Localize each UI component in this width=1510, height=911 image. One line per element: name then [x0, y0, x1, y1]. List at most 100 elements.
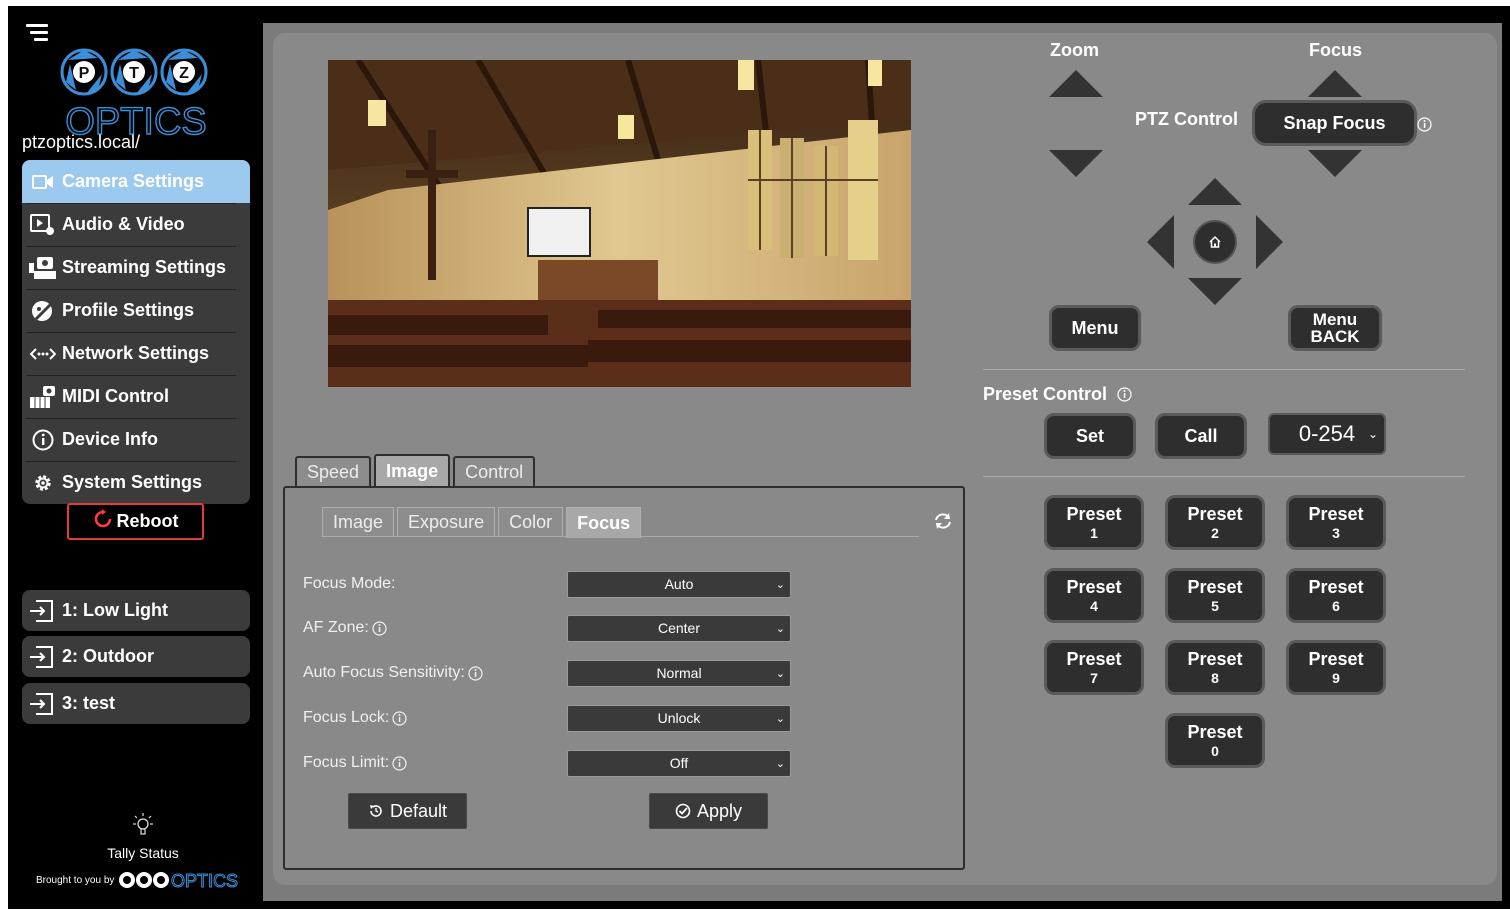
- preset-9-button[interactable]: Preset 9: [1286, 640, 1386, 695]
- af-sensitivity-select[interactable]: Normal ⌄: [567, 659, 791, 687]
- default-button[interactable]: Default: [348, 793, 467, 829]
- preset-6-button[interactable]: Preset 6: [1286, 568, 1386, 623]
- af-zone-label-text: AF Zone:: [303, 619, 369, 636]
- sidebar-item-camera-settings[interactable]: Camera Settings: [22, 160, 250, 203]
- tab-image[interactable]: Image: [374, 454, 451, 486]
- sidebar-item-label: Profile Settings: [62, 300, 195, 320]
- sidebar-item-device-info[interactable]: Device Info: [22, 418, 250, 461]
- af-sensitivity-label: Auto Focus Sensitivity:: [303, 664, 483, 682]
- preset-number: 0: [1211, 743, 1219, 759]
- preset-2-button[interactable]: Preset 2: [1165, 495, 1265, 550]
- subtab-focus[interactable]: Focus: [566, 507, 642, 538]
- info-icon[interactable]: [468, 665, 483, 681]
- preset-number: 5: [1211, 598, 1219, 614]
- subtab-exposure[interactable]: Exposure: [397, 507, 496, 536]
- sidebar-item-system-settings[interactable]: System Settings: [22, 461, 250, 504]
- preset-3-button[interactable]: Preset 3: [1286, 495, 1386, 550]
- profile-button-1[interactable]: 1: Low Light: [22, 590, 250, 631]
- sidebar-item-network-settings[interactable]: Network Settings: [22, 332, 250, 375]
- preset-number-select[interactable]: 0-254 ⌄: [1268, 413, 1386, 455]
- preset-number: 6: [1332, 598, 1340, 614]
- menu-label: Menu: [1071, 318, 1119, 338]
- apply-button[interactable]: Apply: [649, 793, 768, 829]
- network-icon: [28, 342, 58, 366]
- tab-speed[interactable]: Speed: [295, 456, 372, 486]
- preset-call-button[interactable]: Call: [1155, 413, 1247, 459]
- audio-video-icon: [28, 213, 58, 237]
- af-zone-value: Center: [657, 620, 701, 636]
- camera-preview: [328, 60, 911, 387]
- subtab-color[interactable]: Color: [498, 507, 564, 536]
- focus-limit-label: Focus Limit:: [303, 754, 407, 772]
- preset-4-button[interactable]: Preset 4: [1044, 568, 1144, 623]
- profile-button-3[interactable]: 3: test: [22, 683, 250, 724]
- menu-back-button[interactable]: Menu BACK: [1288, 305, 1382, 351]
- info-icon[interactable]: [392, 710, 407, 726]
- preset-label: Preset: [1066, 649, 1122, 669]
- preset-set-label: Set: [1075, 426, 1104, 446]
- tilt-up-button[interactable]: [1188, 178, 1242, 205]
- preset-8-button[interactable]: Preset 8: [1165, 640, 1265, 695]
- focus-limit-select[interactable]: Off ⌄: [567, 749, 791, 777]
- preset-label: Preset: [1308, 577, 1364, 597]
- preset-set-button[interactable]: Set: [1044, 413, 1136, 459]
- menu-toggle-icon[interactable]: [26, 22, 50, 44]
- preset-number: 3: [1332, 525, 1340, 541]
- preset-number: 9: [1332, 670, 1340, 686]
- preset-0-button[interactable]: Preset 0: [1165, 713, 1265, 768]
- focus-far-button[interactable]: [1308, 150, 1362, 177]
- sidebar-item-label: Audio & Video: [62, 214, 185, 234]
- info-icon[interactable]: [392, 755, 407, 771]
- pan-right-button[interactable]: [1256, 215, 1283, 269]
- profile-button-2[interactable]: 2: Outdoor: [22, 636, 250, 677]
- zoom-out-button[interactable]: [1049, 150, 1103, 177]
- chevron-down-icon: ⌄: [775, 622, 785, 635]
- af-zone-select[interactable]: Center ⌄: [567, 614, 791, 642]
- menu-button[interactable]: Menu: [1049, 305, 1141, 351]
- preset-1-button[interactable]: Preset 1: [1044, 495, 1144, 550]
- chevron-down-icon: ⌄: [775, 667, 785, 680]
- preset-number-value: 0-254: [1298, 421, 1356, 446]
- info-icon[interactable]: [372, 620, 387, 636]
- info-icon[interactable]: [1117, 387, 1132, 402]
- profile-icon: [28, 299, 58, 323]
- preset-number: 7: [1090, 670, 1098, 686]
- settings-tab-bar: Speed Image Control: [295, 454, 538, 486]
- sidebar-item-streaming-settings[interactable]: Streaming Settings: [22, 246, 250, 289]
- tab-control[interactable]: Control: [453, 456, 536, 486]
- divider: [983, 369, 1465, 370]
- tilt-down-button[interactable]: [1188, 278, 1242, 305]
- logo-letter-z: Z: [179, 65, 189, 82]
- brought-by-text: Brought to you by: [36, 874, 115, 886]
- sidebar-item-profile-settings[interactable]: Profile Settings: [22, 289, 250, 332]
- default-label: Default: [389, 800, 448, 821]
- profile-load-icon: [28, 692, 58, 715]
- reboot-button[interactable]: Reboot: [67, 503, 204, 540]
- preset-5-button[interactable]: Preset 5: [1165, 568, 1265, 623]
- reboot-label: Reboot: [116, 511, 179, 531]
- settings-box: Image Exposure Color Focus Focus Mode: A…: [283, 486, 965, 870]
- info-icon[interactable]: [1417, 117, 1432, 137]
- subtab-image[interactable]: Image: [322, 507, 395, 536]
- refresh-icon[interactable]: [933, 512, 953, 535]
- pan-left-button[interactable]: [1147, 215, 1174, 269]
- focus-near-button[interactable]: [1308, 70, 1362, 97]
- lightbulb-icon: [93, 812, 193, 841]
- focus-mode-select[interactable]: Auto ⌄: [567, 570, 791, 598]
- preset-label: Preset: [1066, 504, 1122, 524]
- sidebar-item-label: Network Settings: [62, 343, 210, 363]
- sidebar-item-audio-video[interactable]: Audio & Video: [22, 203, 250, 246]
- home-button[interactable]: [1193, 220, 1237, 264]
- preset-label: Preset: [1187, 649, 1243, 669]
- preset-7-button[interactable]: Preset 7: [1044, 640, 1144, 695]
- focus-lock-select[interactable]: Unlock ⌄: [567, 704, 791, 732]
- menu-back-label-line2: BACK: [1310, 327, 1360, 346]
- snap-focus-button[interactable]: Snap Focus: [1252, 100, 1417, 146]
- sidebar-item-midi-control[interactable]: MIDI Control: [22, 375, 250, 418]
- af-sensitivity-row: Auto Focus Sensitivity: Normal ⌄: [303, 659, 793, 687]
- reset-icon: [368, 803, 384, 819]
- profile-label: 1: Low Light: [62, 600, 168, 620]
- sidebar: P T Z OPTICS ptzoptics.local/ Camera Set…: [8, 6, 263, 909]
- zoom-in-button[interactable]: [1049, 70, 1103, 97]
- chevron-down-icon: ⌄: [1367, 427, 1378, 441]
